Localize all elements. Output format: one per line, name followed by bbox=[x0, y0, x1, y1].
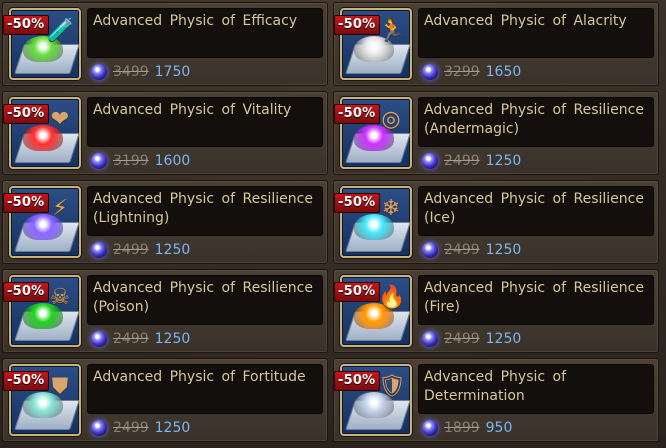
new-price: 1250 bbox=[485, 242, 522, 258]
price-row: 1899 950 bbox=[422, 417, 654, 439]
discount-badge: -50% bbox=[3, 282, 50, 302]
item-name: Advanced Physic of Determination bbox=[418, 364, 654, 414]
item-name: Advanced Physic of Resilience (Ice) bbox=[418, 186, 654, 236]
discount-badge: -50% bbox=[334, 193, 381, 213]
shop-item-card[interactable]: ⛊ -50% Advanced Physic of Fortitude 2499… bbox=[2, 358, 328, 442]
old-price: 2499 bbox=[444, 331, 480, 347]
soul-orb-icon bbox=[91, 331, 107, 347]
soul-orb-icon bbox=[91, 420, 107, 436]
new-price: 1250 bbox=[485, 153, 522, 169]
shop-item-card[interactable]: 🔥 -50% Advanced Physic of Resilience (Fi… bbox=[333, 269, 659, 353]
discount-badge: -50% bbox=[3, 104, 50, 124]
new-price: 950 bbox=[485, 420, 513, 436]
shop-item-grid: 🧪 -50% Advanced Physic of Efficacy 3499 … bbox=[0, 0, 666, 448]
flame-icon: 🔥 bbox=[378, 285, 406, 310]
rune-circle-icon: ◎ bbox=[381, 107, 401, 132]
old-price: 3299 bbox=[444, 64, 480, 80]
old-price: 1899 bbox=[444, 420, 480, 436]
discount-badge: -50% bbox=[334, 15, 381, 35]
old-price: 2499 bbox=[113, 242, 149, 258]
test-tube-icon: 🧪 bbox=[47, 18, 75, 43]
soul-orb-icon bbox=[422, 420, 438, 436]
old-price: 2499 bbox=[444, 242, 480, 258]
new-price: 1250 bbox=[154, 420, 191, 436]
old-price: 3199 bbox=[113, 153, 149, 169]
discount-badge: -50% bbox=[334, 282, 381, 302]
discount-badge: -50% bbox=[3, 193, 50, 213]
item-name: Advanced Physic of Efficacy bbox=[87, 8, 323, 58]
shop-item-card[interactable]: ❄ -50% Advanced Physic of Resilience (Ic… bbox=[333, 180, 659, 264]
new-price: 1250 bbox=[154, 331, 191, 347]
price-row: 2499 1250 bbox=[91, 417, 323, 439]
armor-icon: ⛊ bbox=[51, 374, 69, 399]
running-figure-icon: 🏃 bbox=[378, 18, 406, 43]
new-price: 1750 bbox=[154, 64, 191, 80]
soul-orb-icon bbox=[91, 64, 107, 80]
item-name: Advanced Physic of Alacrity bbox=[418, 8, 654, 58]
shop-item-card[interactable]: ⚡ -50% Advanced Physic of Resilience (Li… bbox=[2, 180, 328, 264]
price-row: 3299 1650 bbox=[422, 61, 654, 83]
discount-badge: -50% bbox=[334, 371, 381, 391]
soul-orb-icon bbox=[91, 153, 107, 169]
heart-plus-icon: ❤ bbox=[50, 107, 70, 132]
item-name: Advanced Physic of Resilience (Poison) bbox=[87, 275, 323, 325]
old-price: 2499 bbox=[113, 420, 149, 436]
price-row: 2499 1250 bbox=[422, 239, 654, 261]
price-row: 2499 1250 bbox=[422, 150, 654, 172]
shield-icon: 🛡 bbox=[378, 374, 406, 399]
discount-badge: -50% bbox=[3, 15, 50, 35]
soul-orb-icon bbox=[422, 331, 438, 347]
shop-item-card[interactable]: ◎ -50% Advanced Physic of Resilience (An… bbox=[333, 91, 659, 175]
item-name: Advanced Physic of Vitality bbox=[87, 97, 323, 147]
soul-orb-icon bbox=[422, 64, 438, 80]
discount-badge: -50% bbox=[3, 371, 50, 391]
item-name: Advanced Physic of Resilience (Fire) bbox=[418, 275, 654, 325]
new-price: 1250 bbox=[485, 331, 522, 347]
discount-badge: -50% bbox=[334, 104, 381, 124]
old-price: 2499 bbox=[444, 153, 480, 169]
old-price: 2499 bbox=[113, 331, 149, 347]
price-row: 2499 1250 bbox=[91, 239, 323, 261]
soul-orb-icon bbox=[91, 242, 107, 258]
old-price: 3499 bbox=[113, 64, 149, 80]
price-row: 3499 1750 bbox=[91, 61, 323, 83]
soul-orb-icon bbox=[422, 242, 438, 258]
shop-item-card[interactable]: 🏃 -50% Advanced Physic of Alacrity 3299 … bbox=[333, 2, 659, 86]
item-name: Advanced Physic of Resilience (Andermagi… bbox=[418, 97, 654, 147]
shop-item-card[interactable]: ❤ -50% Advanced Physic of Vitality 3199 … bbox=[2, 91, 328, 175]
price-row: 3199 1600 bbox=[91, 150, 323, 172]
new-price: 1250 bbox=[154, 242, 191, 258]
soul-orb-icon bbox=[422, 153, 438, 169]
snowflake-icon: ❄ bbox=[381, 196, 401, 221]
skull-crossbones-icon: ☠ bbox=[50, 285, 70, 310]
price-row: 2499 1250 bbox=[422, 328, 654, 350]
new-price: 1650 bbox=[485, 64, 522, 80]
lightning-icon: ⚡ bbox=[52, 196, 68, 221]
price-row: 2499 1250 bbox=[91, 328, 323, 350]
shop-item-card[interactable]: 🛡 -50% Advanced Physic of Determination … bbox=[333, 358, 659, 442]
item-name: Advanced Physic of Fortitude bbox=[87, 364, 323, 414]
shop-item-card[interactable]: ☠ -50% Advanced Physic of Resilience (Po… bbox=[2, 269, 328, 353]
item-name: Advanced Physic of Resilience (Lightning… bbox=[87, 186, 323, 236]
shop-item-card[interactable]: 🧪 -50% Advanced Physic of Efficacy 3499 … bbox=[2, 2, 328, 86]
new-price: 1600 bbox=[154, 153, 191, 169]
